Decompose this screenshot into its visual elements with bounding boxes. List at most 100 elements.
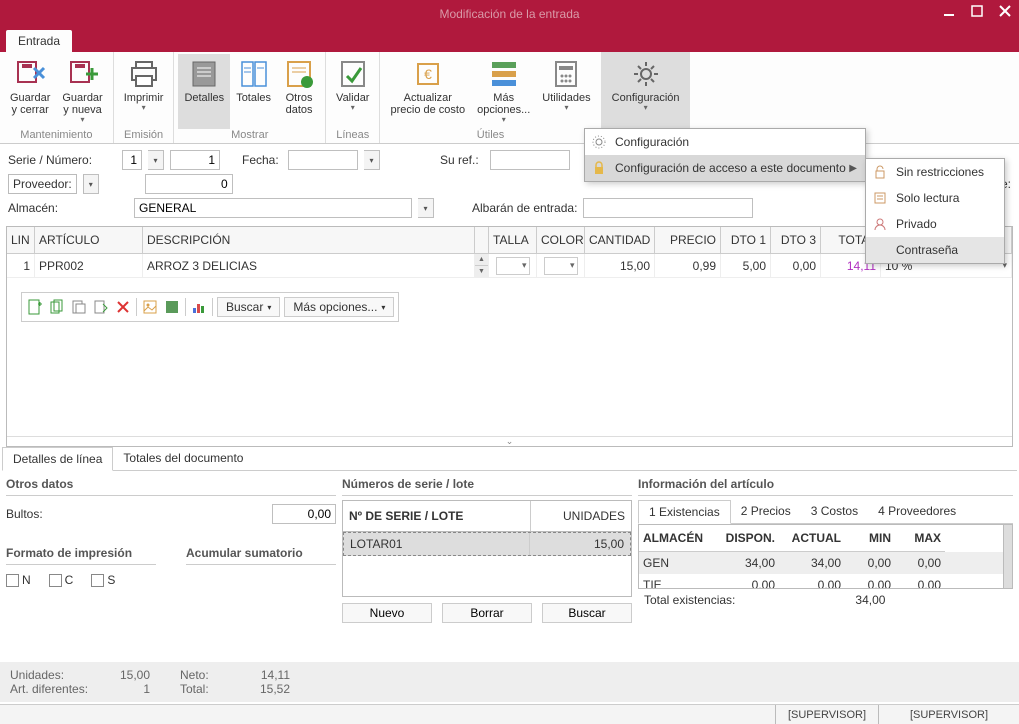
tab-costos[interactable]: 3 Costos [801,500,868,523]
almacen-dropdown[interactable]: ▾ [418,198,434,218]
col-talla: TALLA [489,227,537,253]
col-articulo: ARTÍCULO [35,227,143,253]
svg-text:€: € [424,66,432,82]
fecha-input[interactable] [288,150,358,170]
bultos-label: Bultos: [6,507,43,521]
serie-input[interactable] [122,150,142,170]
tab-totales-documento[interactable]: Totales del documento [113,447,253,470]
btn-borrar[interactable]: Borrar [442,603,532,623]
menu-acceso-documento[interactable]: Configuración de acceso a este documento… [585,155,865,181]
refresh-price-icon: € [412,58,444,90]
tab-precios[interactable]: 2 Precios [731,500,801,523]
mas-opciones-button[interactable]: Más opciones...▾ [471,54,536,129]
col-lin: LIN [7,227,35,253]
col-descripcion: DESCRIPCIÓN [143,227,475,253]
detalles-button[interactable]: Detalles [178,54,230,129]
ribbon: Guardar y cerrar Guardar y nueva▾ Manten… [0,52,1019,144]
proveedor-label[interactable]: Proveedor: [8,174,77,194]
validar-button[interactable]: Validar▾ [330,54,375,129]
albaran-label: Albarán de entrada: [472,201,577,215]
spinner-down[interactable]: ▼ [475,266,488,278]
group-mantenimiento: Mantenimiento [4,129,109,143]
otros-datos-header: Otros datos [6,475,336,496]
tb-image-icon[interactable] [141,298,159,316]
menu-configuracion[interactable]: Configuración [585,129,865,155]
gear-small-icon [591,134,607,150]
lock-icon [591,160,607,176]
totales-button[interactable]: Totales [230,54,277,129]
configuracion-button[interactable]: Configuración▾ [606,54,686,129]
su-ref-input[interactable] [490,150,570,170]
numero-input[interactable] [170,150,220,170]
tb-chart-icon[interactable] [190,298,208,316]
spinner-up[interactable]: ▲ [475,254,488,267]
window-title: Modificación de la entrada [439,7,579,21]
col-unidades: UNIDADES [531,501,631,531]
grid-expander[interactable]: ⌄ [7,436,1012,446]
chk-c[interactable]: C [49,573,74,587]
save-new-icon [67,58,99,90]
group-utiles: Útiles [384,129,596,143]
proveedor-dropdown[interactable]: ▾ [83,174,99,194]
status-bar: [SUPERVISOR] [SUPERVISOR] [0,704,1019,724]
group-mostrar: Mostrar [178,129,321,143]
col-color: COLOR [537,227,585,253]
btn-nuevo[interactable]: Nuevo [342,603,432,623]
close-button[interactable] [991,0,1019,22]
tab-entrada[interactable]: Entrada [6,30,72,52]
tb-dup-icon[interactable] [70,298,88,316]
tb-copy-icon[interactable] [48,298,66,316]
private-icon [872,216,888,232]
unlock-icon [872,164,888,180]
config-menu: Configuración Configuración de acceso a … [584,128,866,182]
bultos-input[interactable] [272,504,336,524]
submenu-privado[interactable]: Privado [866,211,1004,237]
talla-dropdown[interactable]: ▾ [496,257,530,275]
info-articulo-header: Información del artículo [638,475,1013,496]
totals-icon [238,58,270,90]
tab-proveedores[interactable]: 4 Proveedores [868,500,966,523]
submenu-sin-restricciones[interactable]: Sin restricciones [866,159,1004,185]
table-row[interactable]: 1 PPR002 ARROZ 3 DELICIAS ▲▼ ▾ ▾ 15,00 0… [7,254,1012,278]
tb-note-icon[interactable] [163,298,181,316]
color-dropdown[interactable]: ▾ [544,257,578,275]
actualizar-precio-button[interactable]: € Actualizar precio de costo [384,54,471,129]
utilities-icon [550,58,582,90]
details-icon [188,58,220,90]
guardar-cerrar-button[interactable]: Guardar y cerrar [4,54,56,129]
col-cantidad: CANTIDAD [585,227,655,253]
serie-dropdown[interactable]: ▾ [148,150,164,170]
tb-new-icon[interactable] [26,298,44,316]
stock-row[interactable]: TIE 0,00 0,00 0,00 0,00 [639,574,1003,588]
more-options-icon [488,58,520,90]
tb-mas-opciones-button[interactable]: Más opciones...▾ [284,297,394,317]
albaran-input[interactable] [583,198,753,218]
utilidades-button[interactable]: Utilidades▾ [536,54,596,129]
almacen-input[interactable] [134,198,412,218]
tab-detalles-linea[interactable]: Detalles de línea [2,447,113,471]
btn-buscar[interactable]: Buscar [542,603,632,623]
proveedor-input[interactable] [145,174,233,194]
imprimir-button[interactable]: Imprimir▾ [118,54,170,129]
printer-icon [128,58,160,90]
guardar-nueva-button[interactable]: Guardar y nueva▾ [56,54,108,129]
tab-existencias[interactable]: 1 Existencias [638,500,731,524]
tb-buscar-button[interactable]: Buscar▾ [217,297,280,317]
gear-icon [630,58,662,90]
fecha-dropdown[interactable]: ▾ [364,150,380,170]
scrollbar[interactable] [1003,524,1013,589]
otros-datos-button[interactable]: Otros datos [277,54,321,129]
save-close-icon [14,58,46,90]
maximize-button[interactable] [963,0,991,22]
chk-n[interactable]: N [6,573,31,587]
stock-row[interactable]: GEN 34,00 34,00 0,00 0,00 [639,552,1003,574]
submenu-solo-lectura[interactable]: Solo lectura [866,185,1004,211]
tb-delete-icon[interactable] [114,298,132,316]
minimize-button[interactable] [935,0,963,22]
acumular-header: Acumular sumatorio [186,544,336,565]
access-submenu: Sin restricciones Solo lectura Privado C… [865,158,1005,264]
tb-export-icon[interactable] [92,298,110,316]
chk-s[interactable]: S [91,573,115,587]
group-lineas: Líneas [330,129,375,143]
submenu-contrasena[interactable]: Contraseña [866,237,1004,263]
